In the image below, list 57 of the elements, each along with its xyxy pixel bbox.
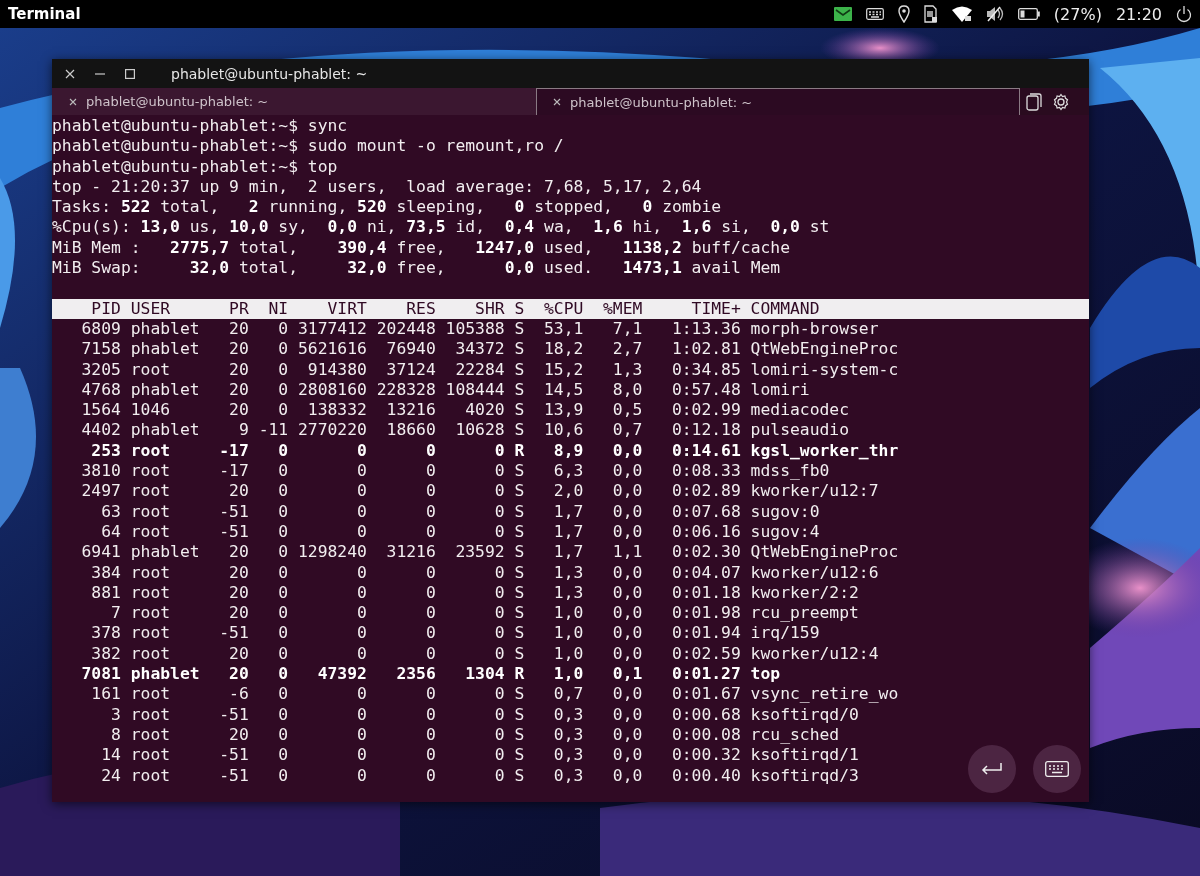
- settings-icon: [1051, 92, 1070, 111]
- terminal-line: phablet@ubuntu-phablet:~$ top: [52, 156, 338, 177]
- maximize-icon[interactable]: [125, 68, 135, 79]
- process-row-text: 64 root -51 0 0 0 0 S 1,7 0,0 0:06.16 sugov:4: [100, 521, 820, 543]
- tab[interactable]: phablet@ubuntu-phablet: ~: [52, 88, 536, 115]
- keyboard-icon: [1045, 761, 1069, 777]
- keyboard-button[interactable]: [1033, 745, 1081, 793]
- battery-percentage: (27%): [1053, 4, 1102, 24]
- process-row-text: 2497 root 20 0 0 0 0 S 2,0 0,0 0:02.89 kworker/u12:7: [80, 481, 879, 502]
- process-row-text: 253 root -17 0 0 0 0 R 8,9 0,0 0:14.61 kgsl_worker_thr: [90, 440, 899, 462]
- close-tab-icon[interactable]: [69, 97, 77, 106]
- terminal-line: phablet@ubuntu-phablet:~$ sudo mount -o remount,ro /: [52, 136, 564, 157]
- sim-card-icon[interactable]: [923, 5, 938, 23]
- terminal-line: Tasks: 522 total, 2 running, 520 sleeping, 0 stopped, 0 zombie: [52, 197, 722, 218]
- process-row-text: 3205 root 20 0 914380 37124 22284 S 15,2 1,3 0:34.85 lomiri-system-c: [80, 359, 899, 380]
- power-icon[interactable]: [1176, 5, 1192, 23]
- process-row-text: 6941 phablet 20 0 1298240 31216 23592 S 1,7 1,1 0:02.30 QtWebEngineProc: [80, 542, 899, 563]
- process-row-text: 6809 phablet 20 0 3177412 202448 105388 S 53,1 7,1 1:13.36 morph-browser: [80, 318, 879, 340]
- process-row-text: 161 root -6 0 0 0 0 S 0,7 0,0 0:01.67 vsync_retire_wo: [90, 684, 899, 705]
- terminal-line: %Cpu(s): 13,0 us, 10,0 sy, 0,0 ni, 73,5 id, 0,4 wa, 1,6 hi, 1,6 si, 0,0 st: [52, 217, 830, 238]
- terminal-line: top - 21:20:37 up 9 min, 2 users, load average: 7,68, 5,17, 2,64: [52, 176, 702, 198]
- battery-icon[interactable]: [1017, 8, 1040, 20]
- muted-speaker-icon[interactable]: [985, 6, 1004, 22]
- close-tab-icon[interactable]: [553, 98, 561, 106]
- process-table-header: PID USER PR NI VIRT RES SHR S %CPU %MEM TIME+ COMMAND: [52, 298, 1089, 319]
- terminal-line: phablet@ubuntu-phablet:~$ sync: [52, 116, 348, 137]
- process-row-text: 3810 root -17 0 0 0 0 S 6,3 0,0 0:08.33 mdss_fb0: [80, 461, 830, 482]
- process-row-text: 14 root -51 0 0 0 0 S 0,3 0,0 0:00.32 ksoftirqd/1: [100, 745, 859, 766]
- close-icon[interactable]: [65, 68, 75, 79]
- process-row-text: 4768 phablet 20 0 2808160 228328 108444 S 14,5 8,0 0:57.48 lomiri: [80, 379, 810, 401]
- process-row-text: 8 root 20 0 0 0 0 S 0,3 0,0 0:00.08 rcu_sched: [110, 724, 840, 746]
- process-row-text: 7 root 20 0 0 0 0 S 1,0 0,0 0:01.98 rcu_preempt: [110, 603, 859, 624]
- keyboard-icon[interactable]: [865, 8, 884, 20]
- process-row-text: 24 root -51 0 0 0 0 S 0,3 0,0 0:00.40 ksoftirqd/3: [100, 765, 859, 786]
- tab[interactable]: phablet@ubuntu-phablet: ~: [536, 88, 1020, 115]
- process-row-text: 881 root 20 0 0 0 0 S 1,3 0,0 0:01.18 kworker/2:2: [90, 582, 859, 604]
- terminal-line: MiB Mem : 2775,7 total, 390,4 free, 1247,0 used, 1138,2 buff/cache: [52, 237, 791, 259]
- process-row-text: 4402 phablet 9 -11 2770220 18660 10628 S 10,6 0,7 0:12.18 pulseaudio: [80, 420, 850, 441]
- process-row-text: 384 root 20 0 0 0 0 S 1,3 0,0 0:04.07 kworker/u12:6: [90, 562, 879, 583]
- mail-icon[interactable]: [833, 7, 852, 21]
- window-title: phablet@ubuntu-phablet: ~: [171, 65, 368, 82]
- minimize-icon[interactable]: [95, 72, 105, 75]
- terminal-line: MiB Swap: 32,0 total, 32,0 free, 0,0 used. 1473,1 avail Mem: [52, 258, 781, 279]
- process-row-text: 382 root 20 0 0 0 0 S 1,0 0,0 0:02.59 kworker/u12:4: [90, 643, 879, 664]
- process-row-text: 3 root -51 0 0 0 0 S 0,3 0,0 0:00.68 ksoftirqd/0: [110, 704, 859, 725]
- process-row-text: 7081 phablet 20 0 47392 2356 1304 R 1,0 0,1 0:01.27 top: [80, 664, 781, 685]
- process-row-text: 63 root -51 0 0 0 0 S 1,7 0,0 0:07.68 sugov:0: [100, 501, 820, 522]
- clock: 21:20: [1115, 4, 1162, 24]
- process-row-text: 1564 1046 20 0 138332 13216 4020 S 13,9 0,5 0:02.99 mediacodec: [80, 400, 850, 421]
- wifi-icon[interactable]: [951, 6, 972, 22]
- pages-icon: [1025, 92, 1042, 111]
- app-title: Terminal: [8, 5, 81, 23]
- process-row-text: 7158 phablet 20 0 5621616 76940 34372 S 18,2 2,7 1:02.81 QtWebEngineProc: [80, 339, 899, 360]
- process-row-text: 378 root -51 0 0 0 0 S 1,0 0,0 0:01.94 irq/159: [90, 623, 820, 644]
- enter-key-button[interactable]: [968, 745, 1016, 793]
- return-arrow-icon: [981, 763, 1003, 775]
- location-pin-icon[interactable]: [897, 5, 910, 23]
